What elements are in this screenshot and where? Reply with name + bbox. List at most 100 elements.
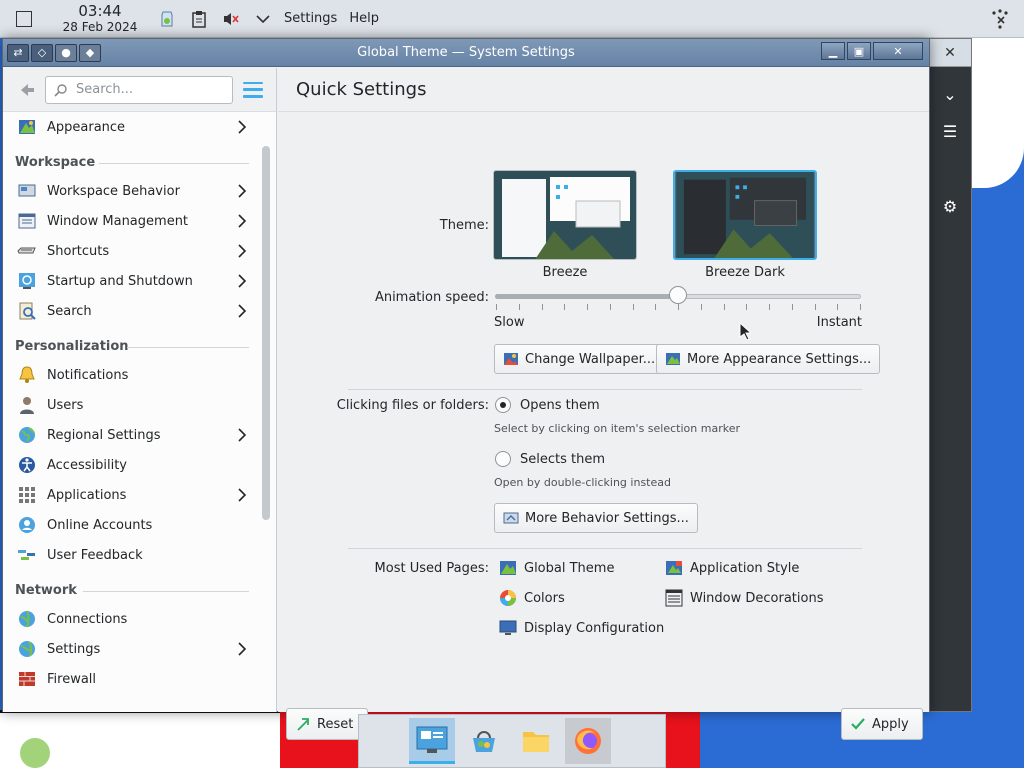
most-used-display-configuration[interactable]: Display Configuration <box>498 618 664 638</box>
separator <box>348 389 862 390</box>
change-wallpaper-button[interactable]: Change Wallpaper... <box>494 344 665 374</box>
task-system-settings[interactable] <box>409 718 455 764</box>
search-input[interactable] <box>76 82 226 97</box>
slider-tick <box>632 304 634 310</box>
content-area: Quick Settings Theme: Breeze Breeze Dark… <box>278 68 929 740</box>
more-appearance-settings-button[interactable]: More Appearance Settings... <box>656 344 881 374</box>
opens-them-radio[interactable] <box>495 397 511 413</box>
maximize-button[interactable]: ▣ <box>847 42 871 60</box>
volume-muted-icon[interactable] <box>222 10 240 28</box>
slider-tick <box>541 304 543 310</box>
sidebar-item-regional-settings[interactable]: Regional Settings <box>3 420 259 450</box>
sidebar-item-startup-and-shutdown[interactable]: Startup and Shutdown <box>3 266 259 296</box>
most-used-global-theme[interactable]: Global Theme <box>498 558 614 578</box>
mouse-cursor-icon <box>739 322 751 340</box>
search-icon <box>17 301 37 321</box>
selects-them-label[interactable]: Selects them <box>520 452 605 467</box>
firewall-icon <box>17 669 37 689</box>
slider-tick <box>860 304 861 310</box>
theme-name-breeze: Breeze <box>542 265 588 280</box>
theme-breeze-thumbnail[interactable] <box>493 170 637 260</box>
sidebar-item-online-accounts[interactable]: Online Accounts <box>3 510 259 540</box>
globe-icon <box>17 425 37 445</box>
display-icon <box>498 618 518 638</box>
clicking-files-label: Clicking files or folders: <box>336 398 489 413</box>
close-button[interactable]: ✕ <box>873 42 923 60</box>
slider-tick <box>791 304 793 310</box>
window-title: Global Theme — System Settings <box>357 45 575 60</box>
sidebar-section-personalization: Personalization <box>3 326 259 360</box>
show-desktop-icon[interactable] <box>16 10 32 27</box>
search-icon <box>54 83 68 97</box>
clipboard-icon[interactable] <box>190 10 208 28</box>
menu-settings[interactable]: Settings <box>284 11 337 26</box>
sidebar-item-firewall[interactable]: Firewall <box>3 664 259 694</box>
sidebar-item-search[interactable]: Search <box>3 296 259 326</box>
sidebar-scrollbar[interactable] <box>262 146 270 520</box>
background-window[interactable]: ✕ ⌄ ☰ ⚙ <box>928 38 972 712</box>
minimize-button[interactable]: ▁ <box>821 42 845 60</box>
panel-config-icon[interactable] <box>990 9 1010 29</box>
sidebar-item-window-management[interactable]: Window Management <box>3 206 259 236</box>
sidebar-item-users[interactable]: Users <box>3 390 259 420</box>
task-firefox[interactable] <box>565 718 611 764</box>
slider-tick <box>587 304 588 310</box>
app-icon[interactable]: ● <box>55 43 77 62</box>
menu-help[interactable]: Help <box>349 11 379 26</box>
opens-them-label[interactable]: Opens them <box>520 398 600 413</box>
selects-them-radio[interactable] <box>495 451 511 467</box>
sidebar-item-accessibility[interactable]: Accessibility <box>3 450 259 480</box>
most-used-window-decorations[interactable]: Window Decorations <box>664 588 824 608</box>
chevron-down-icon[interactable] <box>254 10 272 28</box>
background-window-close-icon[interactable]: ✕ <box>929 39 971 67</box>
slider-tick <box>609 304 611 310</box>
wallpaper-icon <box>503 351 519 367</box>
keep-above-icon[interactable]: ◇ <box>31 43 53 62</box>
hamburger-icon[interactable]: ☰ <box>929 122 971 141</box>
sidebar-item-appearance[interactable]: Appearance <box>3 112 259 142</box>
animation-speed-slider-handle[interactable] <box>669 286 687 304</box>
apply-button[interactable]: Apply <box>841 708 923 740</box>
appearance-icon <box>17 117 37 137</box>
sidebar-section-network: Network <box>3 570 259 604</box>
clock-date: 28 Feb 2024 <box>62 20 138 34</box>
sidebar-item-connections[interactable]: Connections <box>3 604 259 634</box>
reset-button[interactable]: Reset <box>286 708 368 740</box>
power-icon <box>17 271 37 291</box>
slow-label: Slow <box>494 315 525 330</box>
clock[interactable]: 03:44 28 Feb 2024 <box>60 4 140 34</box>
theme-breeze-dark-thumbnail[interactable] <box>673 170 817 260</box>
slider-tick <box>678 304 679 310</box>
chevron-down-icon[interactable]: ⌄ <box>929 85 971 104</box>
chevron-right-icon <box>238 642 247 656</box>
chevron-right-icon <box>238 120 247 134</box>
apps-icon <box>17 485 37 505</box>
sidebar-item-network-settings[interactable]: Settings <box>3 634 259 664</box>
task-file-manager[interactable] <box>513 718 559 764</box>
sidebar-item-user-feedback[interactable]: User Feedback <box>3 540 259 570</box>
task-discover-store[interactable] <box>461 718 507 764</box>
animation-speed-label: Animation speed: <box>374 290 489 305</box>
slider-tick <box>700 304 702 310</box>
most-used-colors[interactable]: Colors <box>498 588 565 608</box>
updates-icon[interactable] <box>158 10 176 28</box>
chevron-right-icon <box>238 274 247 288</box>
titlebar[interactable]: ⇄ ◇ ● ◆ Global Theme — System Settings ▁… <box>3 39 929 67</box>
slider-tick <box>655 304 657 310</box>
bell-icon <box>17 365 37 385</box>
most-used-application-style[interactable]: Application Style <box>664 558 799 578</box>
sidebar-item-notifications[interactable]: Notifications <box>3 360 259 390</box>
sidebar: Appearance Workspace Workspace Behavior … <box>3 68 277 712</box>
pin-icon[interactable]: ◆ <box>79 43 101 62</box>
slider-tick <box>723 304 725 310</box>
search-input-box[interactable] <box>45 75 233 104</box>
window-menu-icon[interactable]: ⇄ <box>7 43 29 62</box>
gear-icon[interactable]: ⚙ <box>929 197 971 216</box>
hamburger-menu-icon[interactable] <box>243 81 263 98</box>
application-style-icon <box>664 558 684 578</box>
sidebar-item-applications[interactable]: Applications <box>3 480 259 510</box>
sidebar-item-shortcuts[interactable]: Shortcuts <box>3 236 259 266</box>
back-arrow-icon[interactable] <box>15 78 39 102</box>
more-behavior-settings-button[interactable]: More Behavior Settings... <box>494 503 698 533</box>
sidebar-item-workspace-behavior[interactable]: Workspace Behavior <box>3 176 259 206</box>
